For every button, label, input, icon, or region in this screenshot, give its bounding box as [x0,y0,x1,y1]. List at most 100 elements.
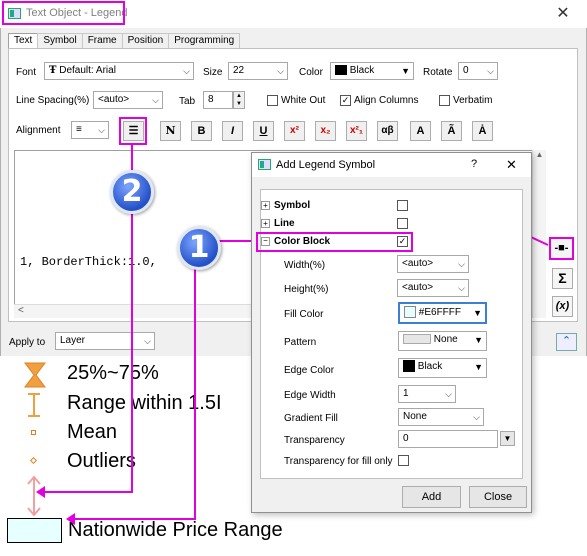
function-x-icon[interactable]: (x) [552,296,573,317]
expand-icon[interactable]: + [261,201,270,210]
edge-swatch [403,360,415,373]
pattern-combo[interactable]: None ▼ [398,331,487,351]
tab-programming[interactable]: Programming [168,33,241,48]
insert-legend-symbol-button[interactable]: ☰ [123,121,144,141]
color-value: Black [349,65,375,76]
font-combo[interactable]: Ŧ Default: Arial ⌵ [44,62,194,80]
title-highlight [2,1,125,25]
dropdown-arrow-icon: ▼ [474,335,483,345]
gradient-fill-value: None [403,411,427,422]
rotate-value: 0 [463,65,469,76]
expand-icon[interactable]: + [261,219,270,228]
rotate-label: Rotate [423,67,453,78]
pattern-label: Pattern [284,337,317,348]
legend-item-range: Range within 1.5I [67,392,222,414]
close-button[interactable]: Close [469,486,527,508]
edge-width-label: Edge Width [284,390,336,401]
height-value: <auto> [402,282,434,293]
close-window-icon[interactable]: ✕ [543,2,583,26]
align-left-icon: ≡ [76,124,82,135]
color-block-symbol [7,518,62,543]
line-checkbox[interactable] [397,218,408,229]
add-button[interactable]: Add [402,486,461,508]
color-swatch [335,65,347,76]
chevron-down-icon: ⌵ [144,336,151,346]
transparency-dropdown-icon[interactable]: ▼ [500,431,515,446]
callout-line-2-h [40,491,133,493]
tab-position[interactable]: Position [121,33,170,48]
help-icon[interactable]: ? [471,158,477,170]
tab-symbol[interactable]: Symbol [37,33,83,48]
dialog-close-icon[interactable]: ✕ [506,157,517,173]
superscript-button[interactable]: x² [284,121,305,141]
italic-button[interactable]: I [222,121,243,141]
collapse-tree-icon[interactable]: − [261,237,270,246]
underline-button[interactable]: U [253,121,274,141]
color-combo[interactable]: Black ▼ [330,62,414,80]
edge-width-combo[interactable]: 1 ⌵ [398,385,456,403]
scroll-up-icon[interactable]: ▲ [533,150,546,159]
subscript-button[interactable]: x₂ [315,121,336,141]
mean-symbol-icon [31,430,36,435]
apply-to-combo[interactable]: Layer ⌵ [55,332,155,350]
color-block-checkbox[interactable]: ✓ [397,236,408,247]
collapse-icon[interactable]: ⌃ [556,333,577,351]
transparency-value: 0 [403,433,409,444]
supersubscript-button[interactable]: x²₁ [346,121,367,141]
height-combo[interactable]: <auto> ⌵ [397,279,469,297]
gradient-fill-combo[interactable]: None ⌵ [398,408,484,426]
sum-icon[interactable]: Σ [552,268,573,289]
tab-spinner[interactable]: ▲ ▼ [233,91,245,109]
height-label: Height(%) [284,284,329,295]
tab-label: Tab [179,96,196,107]
overline-button[interactable]: A [410,121,431,141]
callout-line-1-h [70,518,196,520]
gradient-fill-label: Gradient Fill [284,413,338,424]
fill-color-value: #E6FFFF [418,307,462,318]
rotate-combo[interactable]: 0 ⌵ [458,62,498,80]
line-spacing-label: Line Spacing(%) [16,95,90,106]
transparency-input[interactable]: 0 [398,430,498,448]
transparency-label: Transparency [284,435,345,446]
normal-button[interactable]: N [160,121,181,141]
size-value: 22 [233,65,245,76]
color-label: Color [299,67,323,78]
greek-button[interactable]: αβ [377,121,398,141]
bold-button[interactable]: B [191,121,212,141]
alignment-combo[interactable]: ≡ ⌵ [71,121,109,139]
tab-strip: Text Symbol Frame Position Programming [8,33,241,50]
width-label: Width(%) [284,260,326,271]
tree-symbol[interactable]: Symbol [274,200,310,211]
chevron-down-icon: ⌵ [445,389,452,399]
line-spacing-combo[interactable]: <auto> ⌵ [93,91,163,109]
size-combo[interactable]: 22 ⌵ [228,62,288,80]
chevron-down-icon: ⌵ [152,95,159,105]
font-label: Font [16,67,37,78]
verbatim-label: Verbatim [453,95,493,106]
legend-item-box: 25%~75% [67,362,159,384]
tree-color-block[interactable]: Color Block [274,236,330,247]
chevron-down-icon: ⌵ [183,66,190,76]
dialog-title: Add Legend Symbol [276,159,376,171]
width-value: <auto> [402,258,434,269]
width-combo[interactable]: <auto> ⌵ [397,255,469,273]
fill-color-combo[interactable]: #E6FFFF ▼ [398,302,487,324]
box-symbol-icon [24,362,46,388]
edge-color-combo[interactable]: Black ▼ [398,358,487,378]
verbatim-checkbox[interactable] [439,95,450,106]
transparency-fill-only-checkbox[interactable] [398,455,409,466]
chevron-down-icon: ⌵ [458,283,465,293]
edge-width-value: 1 [403,388,409,399]
editor-text: 1, BorderThick:1.0, [20,255,157,269]
edge-color-label: Edge Color [284,365,335,376]
tree-line[interactable]: Line [274,218,295,229]
line-spacing-value: <auto> [98,94,130,105]
white-out-checkbox[interactable] [267,95,278,106]
align-columns-checkbox[interactable]: ✓ [340,95,351,106]
tilde-button[interactable]: Ã [441,121,462,141]
add-legend-symbol-button[interactable]: -■- [549,237,574,260]
dot-button[interactable]: Ȧ [472,121,493,141]
symbol-checkbox[interactable] [397,200,408,211]
tab-input[interactable]: 8 [203,91,233,109]
tab-frame[interactable]: Frame [81,33,123,48]
